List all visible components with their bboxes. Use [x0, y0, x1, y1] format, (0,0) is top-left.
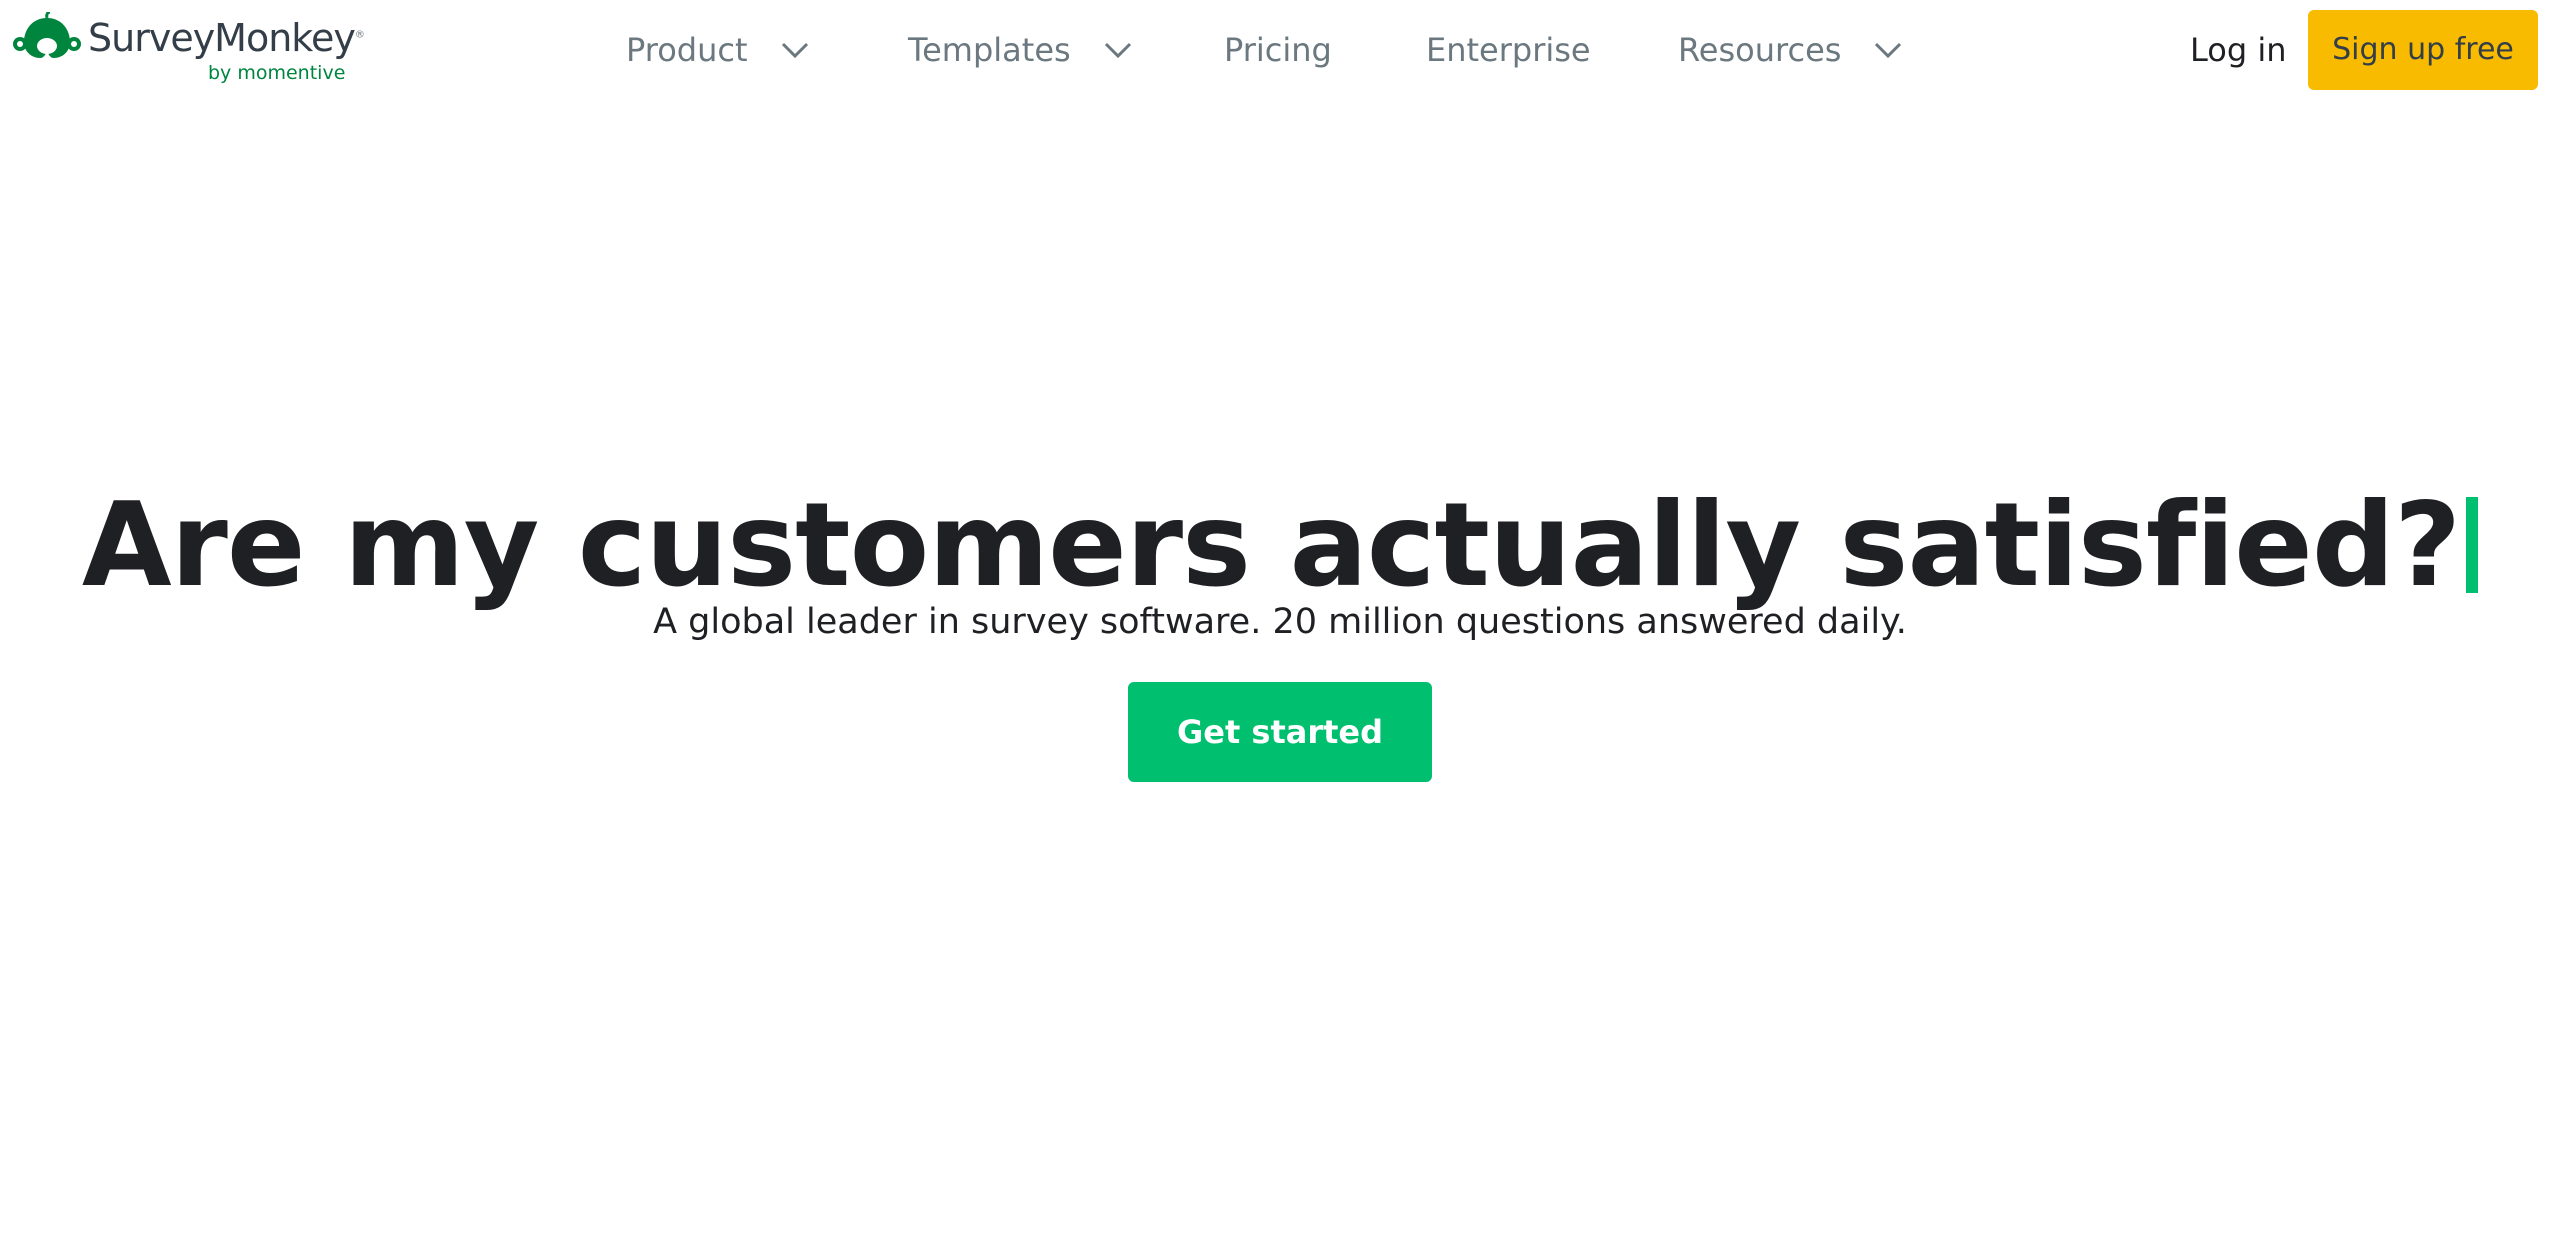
nav-enterprise-label: Enterprise: [1426, 31, 1591, 69]
nav-resources-label: Resources: [1678, 31, 1842, 69]
nav-pricing[interactable]: Pricing: [1224, 28, 1332, 72]
nav-templates-label: Templates: [908, 31, 1071, 69]
logo-byline: by momentive: [208, 62, 346, 84]
chevron-down-icon: [1875, 42, 1902, 59]
nav-product[interactable]: Product: [626, 28, 810, 72]
nav-enterprise[interactable]: Enterprise: [1426, 28, 1591, 72]
logo-wordmark: SurveyMonkey®: [88, 16, 365, 60]
get-started-button[interactable]: Get started: [1128, 682, 1432, 782]
hero-title-text: Are my customers actually satisfied?: [81, 477, 2461, 613]
nav-resources[interactable]: Resources: [1678, 28, 1903, 72]
login-link[interactable]: Log in: [2190, 28, 2287, 72]
hero-subtitle: A global leader in survey software. 20 m…: [653, 602, 1907, 642]
chevron-down-icon: [781, 42, 808, 59]
site-header: SurveyMonkey® by momentive Product Templ…: [0, 0, 2560, 100]
nav-product-label: Product: [626, 31, 748, 69]
surveymonkey-logo-icon: [13, 12, 81, 58]
chevron-down-icon: [1104, 42, 1131, 59]
hero-title: Are my customers actually satisfied?: [0, 476, 2560, 616]
typing-cursor: [2466, 496, 2479, 593]
signup-button[interactable]: Sign up free: [2308, 10, 2538, 90]
surveymonkey-logo[interactable]: SurveyMonkey® by momentive: [12, 12, 365, 88]
nav-templates[interactable]: Templates: [908, 28, 1133, 72]
nav-pricing-label: Pricing: [1224, 31, 1332, 69]
